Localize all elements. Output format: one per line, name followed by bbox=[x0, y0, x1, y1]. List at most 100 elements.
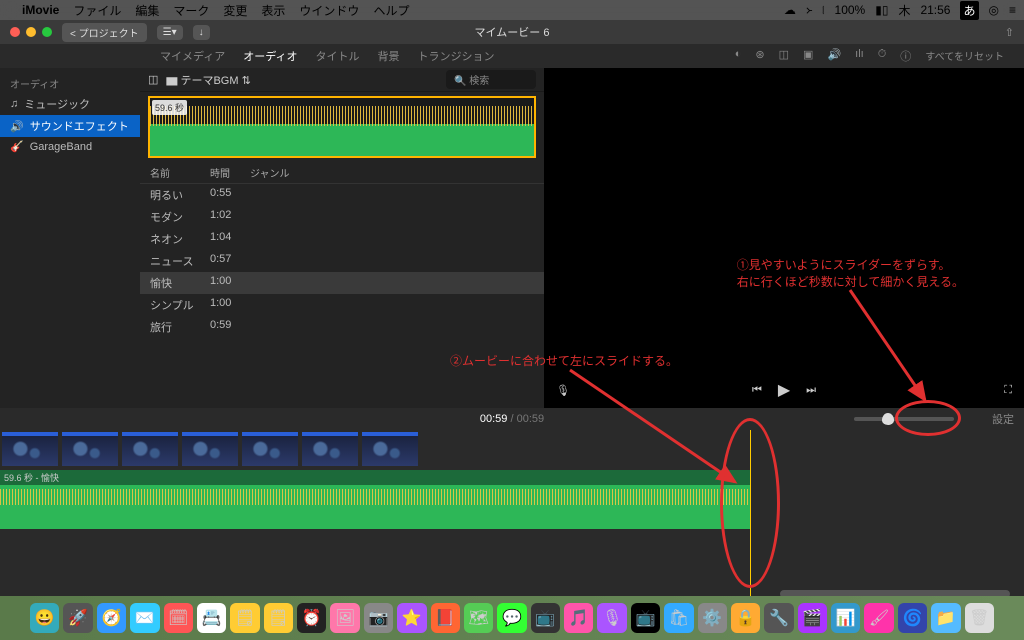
dock-app-icon[interactable]: 🖼 bbox=[330, 603, 359, 633]
dock-app-icon[interactable]: 🎙 bbox=[597, 603, 626, 633]
dock-app-icon[interactable]: ✉️ bbox=[130, 603, 159, 633]
menu-view[interactable]: 表示 bbox=[261, 2, 285, 19]
dock-app-icon[interactable]: 📊 bbox=[831, 603, 860, 633]
library-list-button[interactable]: ☰▾ bbox=[157, 25, 183, 40]
dock-app-icon[interactable]: ⏰ bbox=[297, 603, 326, 633]
notification-icon[interactable]: ≡ bbox=[1009, 3, 1016, 17]
back-to-projects-button[interactable]: < プロジェクト bbox=[62, 23, 147, 42]
preview-viewer: 🎙 ⏮ ▶ ⏭ ⛶ bbox=[544, 68, 1024, 408]
col-time[interactable]: 時間 bbox=[210, 165, 250, 180]
color-balance-icon[interactable]: ⊛ bbox=[755, 48, 764, 64]
volume-icon[interactable]: 🔊 bbox=[827, 48, 841, 64]
video-clip[interactable] bbox=[302, 432, 358, 466]
dock-app-icon[interactable]: 🗓 bbox=[164, 603, 193, 633]
dock-app-icon[interactable]: 📷 bbox=[364, 603, 393, 633]
auto-enhance-icon[interactable]: ◐ bbox=[735, 48, 742, 64]
sidebar-item-garageband[interactable]: 🎸GarageBand bbox=[0, 137, 140, 156]
fullscreen-button[interactable]: ⛶ bbox=[1004, 384, 1012, 397]
dock-app-icon[interactable]: 🖌 bbox=[864, 603, 893, 633]
maximize-window-button[interactable] bbox=[42, 27, 52, 37]
col-genre[interactable]: ジャンル bbox=[250, 165, 290, 180]
speed-icon[interactable]: ⏱ bbox=[878, 48, 887, 64]
dock-app-icon[interactable]: 💬 bbox=[497, 603, 526, 633]
dock-app-icon[interactable]: 🎬 bbox=[798, 603, 827, 633]
annotation-circle-playhead bbox=[720, 418, 780, 588]
play-button[interactable]: ▶ bbox=[778, 380, 790, 400]
dock-app-icon[interactable]: 🌀 bbox=[898, 603, 927, 633]
dock-app-icon[interactable]: 🚀 bbox=[63, 603, 92, 633]
dock-app-icon[interactable]: ⚙️ bbox=[698, 603, 727, 633]
dock-app-icon[interactable]: 🔧 bbox=[764, 603, 793, 633]
next-button[interactable]: ⏭ bbox=[806, 384, 816, 397]
ime-indicator[interactable]: あ bbox=[960, 1, 978, 20]
video-clip[interactable] bbox=[242, 432, 298, 466]
table-row[interactable]: 旅行0:59 bbox=[140, 316, 544, 338]
menu-modify[interactable]: 変更 bbox=[223, 2, 247, 19]
dock-app-icon[interactable]: 🗒 bbox=[264, 603, 293, 633]
close-window-button[interactable] bbox=[10, 27, 20, 37]
timeline-settings-button[interactable]: 設定 bbox=[992, 411, 1014, 427]
cloud-icon[interactable]: ☁ bbox=[784, 3, 796, 17]
share-button[interactable]: ⇧ bbox=[1005, 26, 1014, 39]
menu-mark[interactable]: マーク bbox=[173, 2, 209, 19]
video-clip[interactable] bbox=[182, 432, 238, 466]
crop-icon[interactable]: ◫ bbox=[779, 48, 789, 64]
dock-app-icon[interactable]: 🗑 bbox=[965, 603, 994, 633]
stabilize-icon[interactable]: ▣ bbox=[803, 48, 813, 64]
video-clip[interactable] bbox=[62, 432, 118, 466]
tab-mymedia[interactable]: マイメディア bbox=[160, 48, 225, 64]
dock-app-icon[interactable]: 📕 bbox=[431, 603, 460, 633]
dock-app-icon[interactable]: 🎵 bbox=[564, 603, 593, 633]
tab-audio[interactable]: オーディオ bbox=[243, 48, 297, 64]
table-row[interactable]: ニュース0:57 bbox=[140, 250, 544, 272]
col-name[interactable]: 名前 bbox=[150, 165, 210, 180]
sidebar-toggle-icon[interactable]: ◫ bbox=[148, 73, 158, 86]
audio-track[interactable]: 59.6 秒 - 愉快 bbox=[0, 470, 1024, 529]
reset-all[interactable]: すべてをリセット bbox=[925, 48, 1004, 64]
tab-backgrounds[interactable]: 背景 bbox=[377, 48, 399, 64]
dock-app-icon[interactable]: 🛍 bbox=[664, 603, 693, 633]
folder-dropdown[interactable]: ▆ テーマBGM ⇅ bbox=[166, 72, 250, 88]
wifi-icon[interactable]: ⧙ bbox=[822, 3, 825, 18]
bluetooth-icon[interactable]: ᚛ bbox=[806, 3, 812, 17]
table-row[interactable]: 明るい0:55 bbox=[140, 184, 544, 206]
menu-file[interactable]: ファイル bbox=[73, 2, 121, 19]
tab-titles[interactable]: タイトル bbox=[315, 48, 359, 64]
app-name[interactable]: iMovie bbox=[22, 3, 59, 17]
selected-clip-waveform[interactable]: 59.6 秒 bbox=[148, 96, 536, 158]
dock-app-icon[interactable]: 😀 bbox=[30, 603, 59, 633]
import-button[interactable]: ↓ bbox=[193, 25, 210, 40]
video-clip[interactable] bbox=[122, 432, 178, 466]
table-row[interactable]: 愉快1:00 bbox=[140, 272, 544, 294]
table-row[interactable]: モダン1:02 bbox=[140, 206, 544, 228]
dock-app-icon[interactable]: 📁 bbox=[931, 603, 960, 633]
sidebar-item-music[interactable]: ♫ミュージック bbox=[0, 93, 140, 115]
dock-app-icon[interactable]: 🗒 bbox=[230, 603, 259, 633]
dock-app-icon[interactable]: ⭐ bbox=[397, 603, 426, 633]
dock-app-icon[interactable]: 📇 bbox=[197, 603, 226, 633]
siri-icon[interactable]: ◎ bbox=[989, 3, 999, 17]
sidebar-item-sound-effects[interactable]: 🔊サウンドエフェクト bbox=[0, 115, 140, 137]
dock-app-icon[interactable]: 📺 bbox=[631, 603, 660, 633]
table-row[interactable]: ネオン1:04 bbox=[140, 228, 544, 250]
clock-time[interactable]: 21:56 bbox=[920, 3, 950, 17]
noise-reduce-icon[interactable]: ılı bbox=[855, 48, 864, 64]
timeline[interactable]: 59.6 秒 - 愉快 bbox=[0, 430, 1024, 600]
tab-transitions[interactable]: トランジション bbox=[417, 48, 494, 64]
video-track[interactable] bbox=[0, 430, 1024, 468]
menu-edit[interactable]: 編集 bbox=[135, 2, 159, 19]
dock-app-icon[interactable]: 🧭 bbox=[97, 603, 126, 633]
menu-help[interactable]: ヘルプ bbox=[373, 2, 409, 19]
battery-icon[interactable]: ▮▯ bbox=[875, 3, 888, 17]
search-input[interactable]: 🔍 検索 bbox=[446, 70, 536, 89]
info-icon[interactable]: ⓘ bbox=[900, 48, 911, 64]
preview-canvas[interactable] bbox=[544, 68, 1024, 372]
menu-window[interactable]: ウインドウ bbox=[299, 2, 359, 19]
dock-app-icon[interactable]: 🔒 bbox=[731, 603, 760, 633]
table-row[interactable]: シンプル1:00 bbox=[140, 294, 544, 316]
video-clip[interactable] bbox=[362, 432, 418, 466]
dock-app-icon[interactable]: 🗺 bbox=[464, 603, 493, 633]
dock-app-icon[interactable]: 📺 bbox=[531, 603, 560, 633]
video-clip[interactable] bbox=[2, 432, 58, 466]
minimize-window-button[interactable] bbox=[26, 27, 36, 37]
